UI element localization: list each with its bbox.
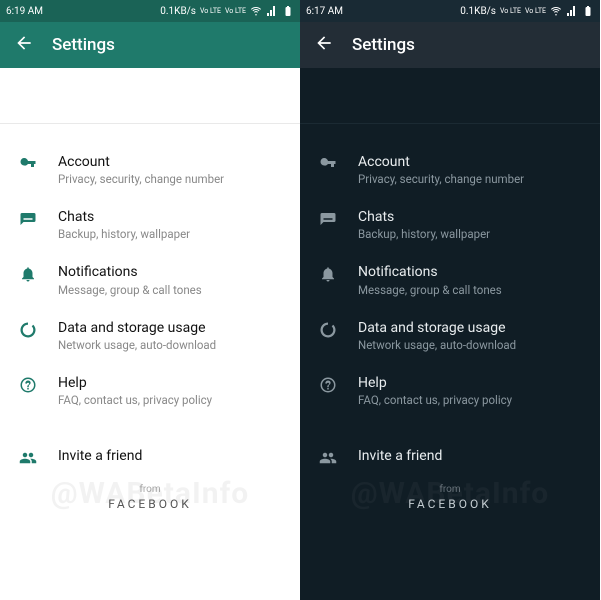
chat-icon: [18, 208, 38, 228]
item-title: Help: [358, 374, 582, 392]
settings-item-help[interactable]: Help FAQ, contact us, privacy policy: [0, 363, 300, 418]
status-time: 6:17 AM: [306, 6, 343, 17]
chat-icon: [318, 208, 338, 228]
settings-item-notifications[interactable]: Notifications Message, group & call tone…: [0, 252, 300, 307]
item-title: Account: [358, 153, 582, 171]
item-subtitle: Backup, history, wallpaper: [58, 227, 282, 241]
settings-item-chats[interactable]: Chats Backup, history, wallpaper: [0, 197, 300, 252]
key-icon: [318, 153, 338, 173]
settings-item-help[interactable]: Help FAQ, contact us, privacy policy: [300, 363, 600, 418]
item-subtitle: Backup, history, wallpaper: [358, 227, 582, 241]
app-bar: Settings: [0, 22, 300, 68]
data-usage-icon: [18, 319, 38, 339]
item-title: Account: [58, 153, 282, 171]
volte-icon-2: Vo LTE: [225, 7, 246, 15]
settings-list: Account Privacy, security, change number…: [300, 124, 600, 600]
page-title: Settings: [52, 35, 115, 55]
item-title: Chats: [358, 208, 582, 226]
item-title: Data and storage usage: [358, 319, 582, 337]
wifi-icon: [550, 5, 562, 17]
profile-row[interactable]: [0, 68, 300, 124]
battery-icon: [582, 5, 594, 17]
settings-list: Account Privacy, security, change number…: [0, 124, 300, 600]
settings-item-data[interactable]: Data and storage usage Network usage, au…: [0, 308, 300, 363]
item-title: Invite a friend: [58, 447, 282, 465]
item-subtitle: Network usage, auto-download: [358, 338, 582, 352]
settings-item-notifications[interactable]: Notifications Message, group & call tone…: [300, 252, 600, 307]
data-speed: 0.1KB/s: [160, 6, 196, 17]
status-time: 6:19 AM: [6, 6, 43, 17]
app-bar: Settings: [300, 22, 600, 68]
item-title: Data and storage usage: [58, 319, 282, 337]
wifi-icon: [250, 5, 262, 17]
item-title: Notifications: [358, 263, 582, 281]
item-title: Invite a friend: [358, 447, 582, 465]
footer-attribution: from FACEBOOK: [0, 478, 300, 527]
footer-brand: FACEBOOK: [300, 497, 600, 511]
settings-item-invite[interactable]: Invite a friend: [300, 436, 600, 478]
settings-item-account[interactable]: Account Privacy, security, change number: [0, 142, 300, 197]
page-title: Settings: [352, 35, 415, 55]
item-subtitle: FAQ, contact us, privacy policy: [358, 393, 582, 407]
people-icon: [318, 447, 338, 467]
help-icon: [318, 374, 338, 394]
volte-icon-2: Vo LTE: [525, 7, 546, 15]
settings-item-account[interactable]: Account Privacy, security, change number: [300, 142, 600, 197]
footer-brand: FACEBOOK: [0, 497, 300, 511]
signal-icon: [266, 5, 278, 17]
help-icon: [18, 374, 38, 394]
footer-attribution: from FACEBOOK: [300, 478, 600, 527]
item-title: Help: [58, 374, 282, 392]
bell-icon: [318, 263, 338, 283]
data-usage-icon: [318, 319, 338, 339]
settings-item-data[interactable]: Data and storage usage Network usage, au…: [300, 308, 600, 363]
footer-from: from: [0, 484, 300, 495]
people-icon: [18, 447, 38, 467]
item-subtitle: Privacy, security, change number: [358, 172, 582, 186]
back-button[interactable]: [314, 33, 334, 57]
settings-item-chats[interactable]: Chats Backup, history, wallpaper: [300, 197, 600, 252]
data-speed: 0.1KB/s: [460, 6, 496, 17]
item-title: Notifications: [58, 263, 282, 281]
battery-icon: [282, 5, 294, 17]
bell-icon: [18, 263, 38, 283]
status-bar: 6:19 AM 0.1KB/s Vo LTE Vo LTE: [0, 0, 300, 22]
item-subtitle: FAQ, contact us, privacy policy: [58, 393, 282, 407]
item-subtitle: Message, group & call tones: [58, 283, 282, 297]
volte-icon-1: Vo LTE: [200, 7, 221, 15]
item-title: Chats: [58, 208, 282, 226]
back-button[interactable]: [14, 33, 34, 57]
item-subtitle: Privacy, security, change number: [58, 172, 282, 186]
signal-icon: [566, 5, 578, 17]
item-subtitle: Network usage, auto-download: [58, 338, 282, 352]
screenshot-dark: 6:17 AM 0.1KB/s Vo LTE Vo LTE Settings A…: [300, 0, 600, 600]
status-bar: 6:17 AM 0.1KB/s Vo LTE Vo LTE: [300, 0, 600, 22]
footer-from: from: [300, 484, 600, 495]
item-subtitle: Message, group & call tones: [358, 283, 582, 297]
profile-row[interactable]: [300, 68, 600, 124]
settings-item-invite[interactable]: Invite a friend: [0, 436, 300, 478]
volte-icon-1: Vo LTE: [500, 7, 521, 15]
key-icon: [18, 153, 38, 173]
screenshot-light: 6:19 AM 0.1KB/s Vo LTE Vo LTE Settings A…: [0, 0, 300, 600]
